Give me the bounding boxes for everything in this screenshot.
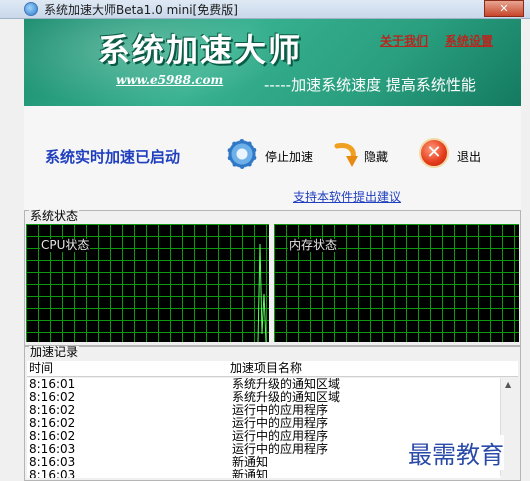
stop-acceleration-button[interactable]: 停止加速 — [226, 138, 321, 174]
suggestion-link[interactable]: 支持本软件提出建议 — [293, 188, 401, 205]
slogan-text: -----加速系统速度 提高系统性能 — [264, 76, 476, 94]
header-banner: 系统加速大师 www.e5988.com -----加速系统速度 提高系统性能 … — [24, 19, 521, 106]
column-header-item[interactable]: 加速项目名称 — [230, 362, 302, 375]
log-list-header: 时间 加速项目名称 — [27, 361, 518, 377]
memory-monitor-label: 内存状态 — [288, 238, 339, 252]
log-time: 8:16:03 — [29, 468, 76, 479]
title-bar: 系统加速大师Beta1.0 mini[免费版] ✕ — [0, 0, 530, 19]
column-header-time[interactable]: 时间 — [29, 362, 53, 375]
about-us-link[interactable]: 关于我们 — [380, 32, 428, 49]
acceleration-status-text: 系统实时加速已启动 — [45, 148, 181, 166]
curved-arrow-icon — [334, 143, 358, 167]
list-item[interactable]: 8:16:03 新通知 — [27, 468, 501, 479]
cpu-monitor: CPU状态 — [26, 224, 269, 342]
system-status-group: 系统状态 CPU状态 内存状态 — [24, 210, 521, 346]
log-item: 新通知 — [232, 468, 269, 479]
exit-button[interactable]: ✕ 退出 — [419, 138, 489, 174]
hide-label: 隐藏 — [364, 150, 389, 164]
close-icon: ✕ — [419, 138, 449, 168]
app-icon — [24, 2, 38, 16]
gear-icon — [226, 138, 258, 170]
window-title: 系统加速大师Beta1.0 mini[免费版] — [44, 3, 238, 17]
scroll-up-arrow-icon[interactable]: ▲ — [505, 380, 511, 389]
window-close-button[interactable]: ✕ — [484, 0, 524, 17]
system-settings-link[interactable]: 系统设置 — [445, 32, 493, 49]
system-status-legend: 系统状态 — [29, 209, 80, 223]
stop-acceleration-label: 停止加速 — [265, 150, 314, 164]
hide-button[interactable]: 隐藏 — [331, 138, 401, 174]
app-logo-title: 系统加速大师 — [98, 31, 303, 69]
exit-label: 退出 — [457, 150, 482, 164]
website-text: www.e5988.com — [116, 73, 224, 87]
acceleration-log-legend: 加速记录 — [29, 345, 80, 359]
cpu-usage-trace — [257, 243, 267, 342]
memory-monitor: 内存状态 — [274, 224, 519, 342]
watermark-text: 最需教育 — [408, 435, 504, 470]
control-panel: 系统实时加速已启动 停止加速 隐藏 ✕ 退出 支持本软件提出建议 — [24, 106, 521, 210]
